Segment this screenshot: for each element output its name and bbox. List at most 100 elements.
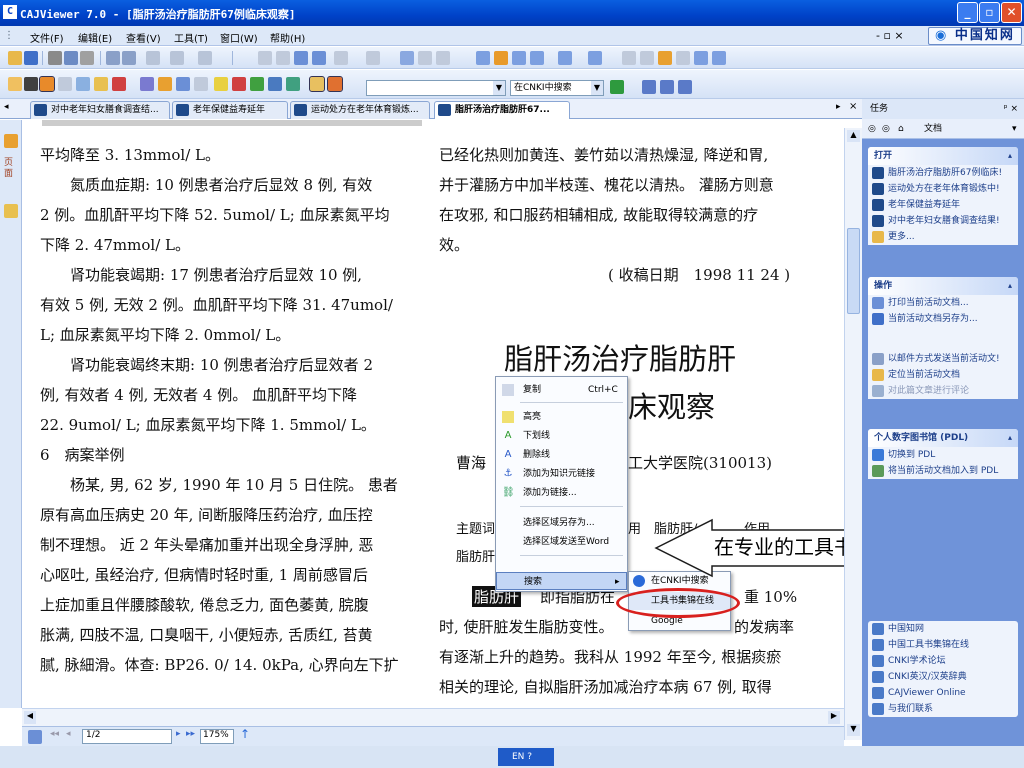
- menu-file[interactable]: 文件(F): [30, 30, 64, 45]
- hand-tool-icon[interactable]: [8, 77, 22, 91]
- menu-view[interactable]: 查看(V): [126, 30, 161, 45]
- highlight-tool-icon[interactable]: [214, 77, 228, 91]
- zoom-window-icon[interactable]: [436, 51, 450, 65]
- save-icon[interactable]: [24, 51, 38, 65]
- menu-help[interactable]: 帮助(H): [270, 30, 305, 45]
- menu-item-strikethrough[interactable]: A 删除线: [496, 446, 627, 464]
- about-icon[interactable]: [660, 80, 674, 94]
- menu-tools[interactable]: 工具(T): [174, 30, 208, 45]
- rotate-icon[interactable]: [558, 51, 572, 65]
- last-page-icon[interactable]: ▸▸: [186, 729, 195, 739]
- tab-fatty-liver[interactable]: 脂肝汤治疗脂肪肝67...: [434, 101, 570, 119]
- strike-tool-icon[interactable]: [232, 77, 246, 91]
- zoom-in-icon[interactable]: [400, 51, 414, 65]
- tab-longevity[interactable]: 老年保健益寿延年: [172, 101, 288, 119]
- zoom-out-icon[interactable]: [418, 51, 432, 65]
- section-header[interactable]: 打开 ▴: [868, 147, 1018, 165]
- paste-icon[interactable]: [122, 51, 136, 65]
- facing-pages-icon[interactable]: [494, 51, 508, 65]
- action-email[interactable]: 以邮件方式发送当前活动文!: [868, 351, 1018, 367]
- text-select-icon[interactable]: [39, 76, 55, 92]
- print-icon[interactable]: [48, 51, 62, 65]
- fullscreen-icon[interactable]: [622, 51, 636, 65]
- single-page-icon[interactable]: [476, 51, 490, 65]
- chevron-down-icon[interactable]: ▾: [1012, 119, 1017, 139]
- collapse-icon[interactable]: ▴: [1008, 429, 1012, 447]
- close-button[interactable]: ✕: [1001, 2, 1022, 23]
- scroll-left-icon[interactable]: ◀: [24, 711, 36, 724]
- first-page-icon[interactable]: [258, 51, 272, 65]
- menu-window[interactable]: 窗口(W): [220, 30, 258, 45]
- action-print[interactable]: 打印当前活动文档...: [868, 295, 1018, 311]
- open-folder-icon[interactable]: [8, 51, 22, 65]
- web-link-forum[interactable]: CNKI学术论坛: [868, 653, 1018, 669]
- menu-item-underline[interactable]: A 下划线: [496, 427, 627, 445]
- section-header[interactable]: 个人数字图书馆 (PDL) ▴: [868, 429, 1018, 447]
- vertical-scrollbar[interactable]: ▲ ▼: [844, 128, 862, 740]
- forward-icon[interactable]: ◎: [882, 119, 890, 139]
- columns-icon[interactable]: [530, 51, 544, 65]
- menu-item-search[interactable]: 搜索 ▸: [496, 572, 627, 590]
- redo-icon[interactable]: [170, 51, 184, 65]
- scroll-down-icon[interactable]: ▼: [847, 724, 860, 736]
- cnki-home-link[interactable]: ◉ 中国知网: [928, 27, 1022, 45]
- task-pane-selector[interactable]: 文档: [924, 119, 942, 139]
- copy-icon[interactable]: [106, 51, 120, 65]
- mdi-controls[interactable]: - ▫ ×: [876, 29, 904, 42]
- scroll-right-icon[interactable]: ▶: [828, 711, 840, 724]
- annotation-panel-icon[interactable]: [4, 204, 18, 218]
- action-switch-pdl[interactable]: 切换到 PDL: [868, 447, 1018, 463]
- action-add-pdl[interactable]: 将当前活动文档加入到 PDL: [868, 463, 1018, 479]
- fit-width-icon[interactable]: [676, 51, 690, 65]
- actual-size-icon[interactable]: [658, 51, 672, 65]
- collapse-icon[interactable]: ▴: [1008, 147, 1012, 165]
- thumbnail-panel-icon[interactable]: 页面: [4, 158, 18, 182]
- web-link-cnki[interactable]: 中国知网: [868, 621, 1018, 637]
- home-icon[interactable]: ⌂: [898, 119, 904, 139]
- menu-item-send-word[interactable]: 选择区域发送至Word: [496, 533, 627, 551]
- ime-indicator[interactable]: EN ?: [498, 748, 554, 766]
- zoom-slider-icon[interactable]: ↑: [240, 727, 250, 741]
- last-page-icon[interactable]: [312, 51, 326, 65]
- address-combo[interactable]: ▼: [366, 80, 506, 96]
- magnify-minus-icon[interactable]: [712, 51, 726, 65]
- fit-icon[interactable]: [588, 51, 602, 65]
- page-layout-icon[interactable]: [28, 730, 42, 744]
- anchor-tool-icon[interactable]: [268, 77, 282, 91]
- copy-doc-icon[interactable]: [80, 51, 94, 65]
- scroll-thumb[interactable]: [847, 228, 860, 314]
- minimize-button[interactable]: _: [957, 2, 978, 23]
- menu-item-add-link[interactable]: ⛓ 添加为链接...: [496, 484, 627, 502]
- pen-icon[interactable]: [140, 77, 154, 91]
- web-link-reference-books[interactable]: 中国工具书集锦在线: [868, 637, 1018, 653]
- tab-close-icon[interactable]: ×: [849, 101, 857, 112]
- back-icon[interactable]: ◎: [868, 119, 876, 139]
- select-arrow-icon[interactable]: [24, 77, 38, 91]
- undo-icon[interactable]: [146, 51, 160, 65]
- tab-exercise[interactable]: 运动处方在老年体育锻炼...: [290, 101, 430, 119]
- pane-close-icon[interactable]: ᵖ ×: [1004, 99, 1018, 119]
- web-link-dictionary[interactable]: CNKI英汉/汉英辞典: [868, 669, 1018, 685]
- image-select-icon[interactable]: [58, 77, 72, 91]
- menu-item-knowledge-link[interactable]: ⚓ 添加为知识元链接: [496, 465, 627, 483]
- bookmark-panel-icon[interactable]: [4, 134, 18, 148]
- ellipse-icon[interactable]: [194, 77, 208, 91]
- collapse-icon[interactable]: ▴: [1008, 277, 1012, 295]
- help-icon[interactable]: [642, 80, 656, 94]
- go-arrow-icon[interactable]: [610, 80, 624, 94]
- tab-scroll-left-icon[interactable]: ◂: [4, 102, 9, 112]
- next-page-icon[interactable]: [294, 51, 308, 65]
- maximize-button[interactable]: ▫: [979, 2, 1000, 23]
- first-page-icon[interactable]: ◂◂: [50, 729, 59, 739]
- previous-page-icon[interactable]: ◂: [66, 729, 71, 739]
- web-link-contact[interactable]: 与我们联系: [868, 701, 1018, 717]
- previous-page-icon[interactable]: [276, 51, 290, 65]
- horizontal-scrollbar[interactable]: ◀ ▶: [22, 708, 844, 726]
- print-preview-icon[interactable]: [64, 51, 78, 65]
- bookmark-icon[interactable]: [198, 51, 212, 65]
- back-icon[interactable]: [334, 51, 348, 65]
- note-icon[interactable]: [94, 77, 108, 91]
- recent-doc-link[interactable]: 老年保健益寿延年: [868, 197, 1018, 213]
- scroll-up-icon[interactable]: ▲: [847, 130, 860, 142]
- continuous-icon[interactable]: [512, 51, 526, 65]
